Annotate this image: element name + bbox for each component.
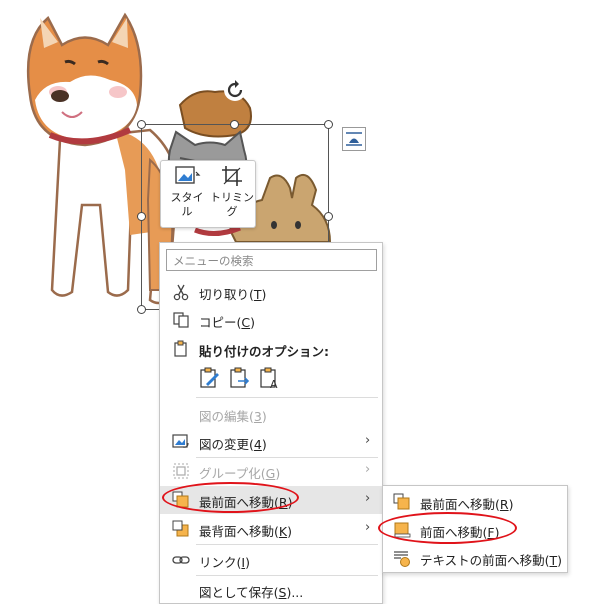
mini-toolbar: スタイ ル トリミング — [160, 160, 256, 228]
send-to-back-icon — [172, 520, 189, 537]
style-label-line1: スタイ — [170, 191, 204, 204]
resize-handle-left[interactable] — [137, 212, 146, 221]
in-front-of-text-icon — [394, 551, 410, 567]
chevron-right-icon: › — [365, 491, 371, 506]
paste-options-label: 貼り付けのオプション: — [199, 344, 329, 359]
send-to-back-label: 最背面へ移動( — [199, 524, 279, 539]
bring-to-front-icon — [393, 493, 410, 510]
style-label-line2: ル — [181, 205, 193, 218]
paste-merge-icon[interactable] — [228, 366, 252, 390]
resize-handle-bottom-left[interactable] — [137, 305, 146, 314]
highlight-ellipse-bring-to-front — [162, 482, 299, 513]
group-label: グループ化( — [199, 466, 266, 481]
style-button[interactable]: スタイ ル — [165, 165, 209, 225]
paste-icon — [174, 340, 187, 357]
resize-handle-top[interactable] — [230, 120, 239, 129]
menu-item-cut[interactable]: 切り取り(T) — [160, 278, 382, 306]
paste-text-only-icon[interactable]: A — [258, 366, 282, 391]
change-picture-accesskey: 4 — [253, 437, 262, 452]
context-menu: メニューの検索 切り取り(T) コピー(C) 貼り付けのオプション: A 図の編 — [159, 242, 383, 604]
sub-bring-to-front-accesskey: R — [499, 497, 509, 512]
save-as-picture-label-end: )... — [286, 585, 304, 600]
chevron-right-icon: › — [365, 520, 371, 535]
copy-label: コピー( — [199, 315, 242, 330]
menu-item-send-to-back[interactable]: 最背面へ移動(K) › — [160, 515, 382, 543]
picture-style-icon — [175, 166, 201, 184]
group-icon — [173, 463, 189, 479]
trim-button[interactable]: トリミング — [209, 165, 255, 225]
change-picture-label: 図の変更( — [199, 437, 254, 452]
send-to-back-accesskey: K — [278, 524, 288, 539]
copy-accesskey: C — [241, 315, 251, 330]
sub-bring-to-front-label: 最前面へ移動( — [420, 497, 500, 512]
menu-item-group[interactable]: グループ化(G) › — [160, 457, 382, 485]
copy-icon — [173, 312, 189, 328]
scissors-icon — [173, 284, 189, 301]
layout-options-icon — [346, 132, 362, 146]
resize-handle-top-right[interactable] — [324, 120, 333, 129]
menu-item-copy[interactable]: コピー(C) — [160, 306, 382, 334]
link-label: リンク( — [199, 555, 242, 570]
svg-text:A: A — [270, 378, 278, 390]
resize-handle-right[interactable] — [324, 212, 333, 221]
layout-options-button[interactable] — [342, 127, 366, 151]
group-label-end: ) — [275, 466, 281, 481]
link-label-end: ) — [245, 555, 250, 570]
menu-item-link[interactable]: リンク(I) — [160, 546, 382, 574]
resize-handle-top-left[interactable] — [137, 120, 146, 129]
edit-picture-label-end: ) — [261, 409, 267, 424]
change-picture-label-end: ) — [261, 437, 267, 452]
menu-item-edit-picture[interactable]: 図の編集(3) — [160, 400, 382, 428]
submenu-item-in-front-of-text[interactable]: テキストの前面へ移動(T) — [383, 544, 567, 572]
copy-label-end: ) — [250, 315, 256, 330]
save-as-picture-label: 図として保存( — [199, 585, 279, 600]
edit-picture-label: 図の編集( — [199, 409, 254, 424]
edit-picture-accesskey: 3 — [253, 409, 262, 424]
cut-accesskey: T — [253, 287, 262, 302]
submenu-item-bring-to-front[interactable]: 最前面へ移動(R) — [383, 488, 567, 516]
menu-search-input[interactable]: メニューの検索 — [166, 249, 377, 271]
cut-label-end: ) — [261, 287, 267, 302]
crop-icon — [222, 166, 242, 186]
menu-item-save-as-picture[interactable]: 図として保存(S)... — [160, 576, 382, 604]
paste-keep-source-icon[interactable] — [198, 366, 222, 390]
sub-bring-to-front-label-end: ) — [508, 497, 514, 512]
group-accesskey: G — [265, 466, 276, 481]
menu-item-change-picture[interactable]: 図の変更(4) › — [160, 428, 382, 456]
sub-in-front-of-text-label-end: ) — [557, 553, 563, 568]
sub-in-front-of-text-label: テキストの前面へ移動( — [420, 553, 550, 568]
change-picture-icon — [172, 434, 189, 448]
rotate-icon[interactable] — [223, 78, 247, 102]
chevron-right-icon: › — [365, 462, 371, 477]
sub-in-front-of-text-accesskey: T — [549, 553, 558, 568]
trim-label: トリミング — [210, 191, 254, 218]
menu-separator — [196, 397, 378, 398]
send-to-back-label-end: ) — [287, 524, 292, 539]
cut-label: 切り取り( — [199, 287, 254, 302]
highlight-ellipse-bring-forward — [378, 512, 517, 544]
menu-separator — [196, 544, 378, 545]
menu-search-placeholder: メニューの検索 — [173, 254, 254, 268]
chevron-right-icon: › — [365, 433, 371, 448]
link-icon — [172, 556, 190, 564]
paste-options-header: 貼り付けのオプション: — [160, 335, 382, 363]
